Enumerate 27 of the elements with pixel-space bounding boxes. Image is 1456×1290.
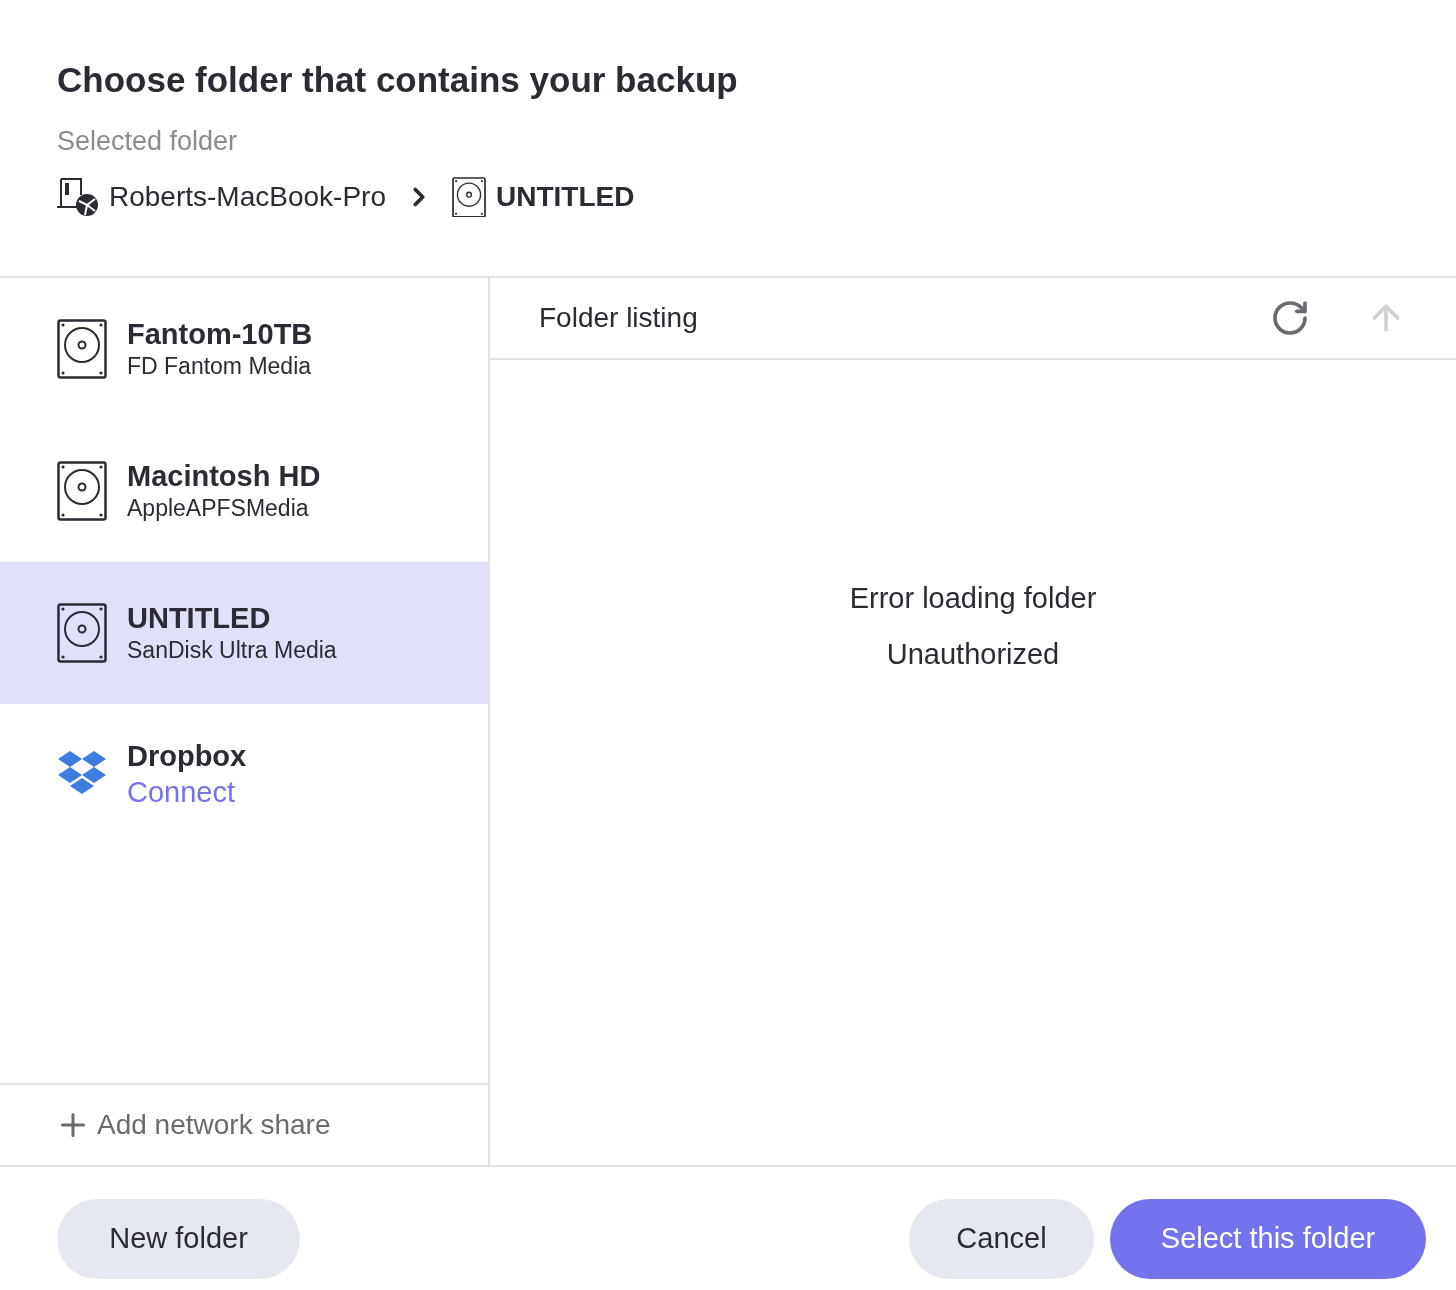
connect-link[interactable]: Connect (127, 773, 247, 811)
location-subtitle: FD Fantom Media (127, 352, 313, 381)
dialog-title: Choose folder that contains your backup (57, 59, 739, 101)
hard-drive-icon (57, 319, 107, 379)
cancel-button[interactable]: Cancel (909, 1199, 1094, 1279)
laptop-network-icon (57, 177, 99, 217)
hard-drive-icon (452, 176, 486, 218)
add-network-share-button[interactable]: Add network share (0, 1083, 488, 1165)
selected-folder-label: Selected folder (57, 125, 239, 158)
hard-drive-icon (57, 603, 107, 663)
refresh-icon (1270, 298, 1310, 338)
location-name: Dropbox (127, 739, 247, 773)
location-name: Macintosh HD (127, 459, 321, 493)
error-message: Unauthorized (886, 637, 1060, 672)
location-item[interactable]: UNTITLED SanDisk Ultra Media (0, 562, 488, 704)
new-folder-button[interactable]: New folder (57, 1199, 300, 1279)
select-folder-button[interactable]: Select this folder (1110, 1199, 1426, 1279)
breadcrumb-item[interactable]: Roberts-MacBook-Pro (109, 176, 386, 218)
panel-title: Folder listing (539, 301, 699, 335)
hard-drive-icon (57, 461, 107, 521)
location-subtitle: SanDisk Ultra Media (127, 636, 337, 665)
error-message: Error loading folder (849, 581, 1097, 616)
location-name: UNTITLED (127, 601, 272, 635)
location-name: Fantom-10TB (127, 317, 313, 351)
refresh-button[interactable] (1270, 298, 1310, 338)
breadcrumb-item[interactable]: UNTITLED (496, 176, 635, 218)
location-subtitle: AppleAPFSMedia (127, 494, 310, 523)
